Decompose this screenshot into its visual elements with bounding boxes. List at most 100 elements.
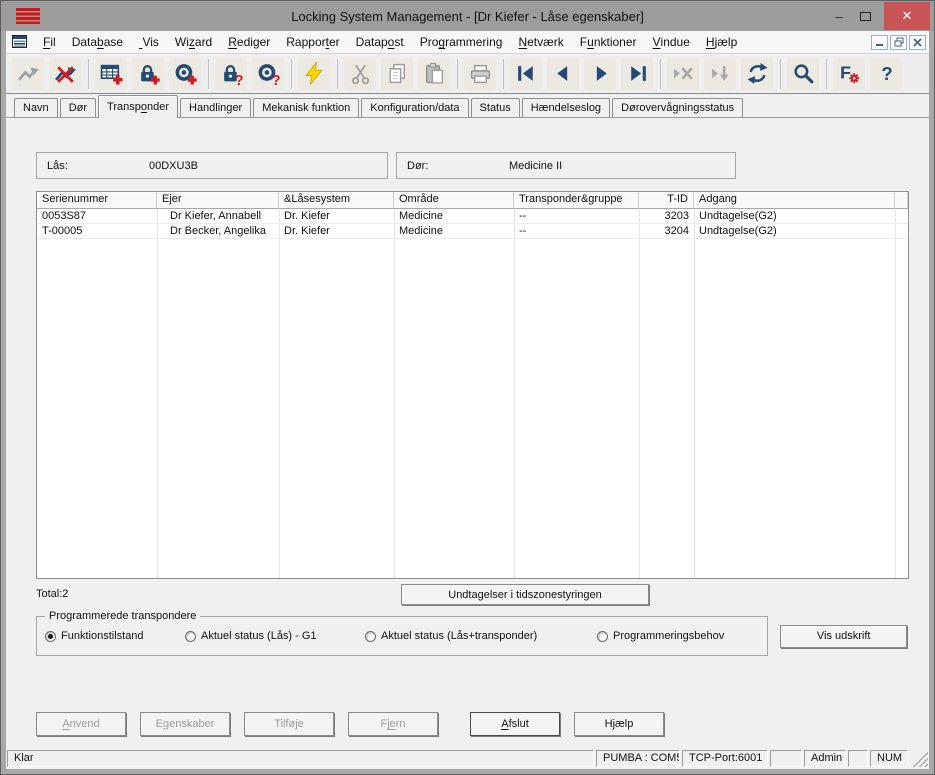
last-record-icon[interactable] — [621, 58, 653, 90]
mdi-restore-button[interactable] — [890, 35, 907, 50]
disconnect-icon[interactable] — [49, 58, 81, 90]
tab-dorovervagningsstatus[interactable]: Dørovervågningsstatus — [612, 98, 743, 117]
group-legend: Programmerede transpondere — [45, 610, 200, 622]
menu-item-database[interactable]: Database — [64, 31, 131, 53]
transponder-table: Serienummer Ejer &Låsesystem Område Tran… — [36, 191, 909, 579]
menu-item-programmering[interactable]: Programmering — [412, 31, 511, 53]
column-header-filler — [895, 192, 908, 209]
radio-funktionstilstand[interactable]: Funktionstilstand — [45, 630, 144, 642]
timezone-exceptions-button[interactable]: Undtagelser i tidszonestyringen — [401, 584, 649, 605]
tab-status[interactable]: Status — [471, 98, 520, 117]
column-header-adgang[interactable]: Adgang — [694, 192, 895, 209]
remove-button[interactable]: Fjern — [348, 712, 438, 736]
exit-button[interactable]: Afslut — [470, 712, 560, 736]
table-header: Serienummer Ejer &Låsesystem Område Tran… — [37, 192, 908, 209]
resize-grip[interactable] — [912, 751, 928, 767]
programmed-transponders-group: Programmerede transpondere Funktionstils… — [36, 616, 768, 656]
mdi-minimize-button[interactable] — [871, 35, 888, 50]
cut-icon[interactable] — [344, 58, 376, 90]
tab-transponder[interactable]: Transponder — [98, 95, 178, 118]
status-bar: Klar PUMBA : COM5 TCP-Port:6001 Admin NU… — [6, 747, 929, 769]
door-field: Dør: Medicine II — [396, 152, 736, 179]
column-header-ejer[interactable]: Ejer — [157, 192, 279, 209]
new-locking-system-icon[interactable] — [95, 58, 127, 90]
new-lock-icon[interactable] — [132, 58, 164, 90]
radio-aktuel-status-las-g1[interactable]: Aktuel status (Lås) - G1 — [185, 630, 317, 642]
paste-icon[interactable] — [418, 58, 450, 90]
table-row[interactable]: 0053S87 Dr Kiefer, Annabell Dr. Kiefer M… — [37, 209, 908, 224]
next-record-icon[interactable] — [584, 58, 616, 90]
first-record-icon[interactable] — [510, 58, 542, 90]
status-ready: Klar — [7, 750, 594, 767]
tab-handlinger[interactable]: Handlinger — [180, 98, 251, 117]
menu-item-rediger[interactable]: Rediger — [220, 31, 278, 53]
read-lock-icon[interactable]: ? — [215, 58, 247, 90]
maximize-icon — [860, 12, 871, 21]
menu-item-wizard[interactable]: Wizard — [167, 31, 220, 53]
menu-item-hjaelp[interactable]: Hjælp — [698, 31, 745, 53]
column-header-tid[interactable]: T-ID — [639, 192, 694, 209]
print-preview-button[interactable]: Vis udskrift — [780, 625, 907, 648]
table-grid-lines — [37, 209, 908, 578]
lock-field: Lås: 00DXU3B — [36, 152, 388, 179]
total-count-label: Total:2 — [36, 588, 68, 600]
close-button[interactable]: ✕ — [884, 2, 930, 30]
copy-icon[interactable] — [381, 58, 413, 90]
add-button[interactable]: Tilføje — [244, 712, 334, 736]
status-user: Admin — [804, 750, 846, 767]
apply-button[interactable]: Anvend — [36, 712, 126, 736]
menu-item-funktioner[interactable]: Funktioner — [572, 31, 645, 53]
radio-control — [185, 631, 196, 642]
tab-haendelseslog[interactable]: Hændelseslog — [522, 98, 610, 117]
radio-programmeringsbehov[interactable]: Programmeringsbehov — [597, 630, 724, 642]
toolbar: ? ? F ? — [6, 54, 929, 94]
read-transponder-icon[interactable]: ? — [252, 58, 284, 90]
program-icon[interactable] — [298, 58, 330, 90]
document-icon — [12, 35, 28, 49]
table-row[interactable]: T-00005 Dr Becker, Angelika Dr. Kiefer M… — [37, 224, 908, 239]
tab-page-transponder: Lås: 00DXU3B Dør: Medicine II Serienumme… — [6, 118, 929, 747]
window-title: Locking System Management - [Dr Kiefer -… — [1, 9, 934, 24]
tab-mekanisk-funktion[interactable]: Mekanisk funktion — [253, 98, 359, 117]
menu-item-vis[interactable]: Vis — [131, 31, 167, 53]
svg-text:F: F — [840, 63, 851, 83]
tab-strip: Navn Dør Transponder Handlinger Mekanisk… — [6, 94, 929, 118]
previous-record-icon[interactable] — [547, 58, 579, 90]
properties-button[interactable]: Egenskaber — [140, 712, 230, 736]
cancel-record-icon[interactable] — [667, 58, 699, 90]
radio-control — [365, 631, 376, 642]
connect-icon[interactable] — [12, 58, 44, 90]
column-header-transpondergruppe[interactable]: Transponder&gruppe — [514, 192, 639, 209]
menu-item-netvaerk[interactable]: Netværk — [510, 31, 571, 53]
menu-item-rapporter[interactable]: Rapporter — [278, 31, 347, 53]
mdi-close-button[interactable] — [909, 35, 926, 50]
search-icon[interactable] — [787, 58, 819, 90]
app-window: Locking System Management - [Dr Kiefer -… — [0, 0, 935, 775]
goto-record-icon[interactable] — [704, 58, 736, 90]
help-icon[interactable]: ? — [870, 58, 902, 90]
maximize-button[interactable] — [852, 12, 878, 21]
status-empty-panel — [848, 750, 868, 767]
minimize-button[interactable]: – — [826, 9, 852, 24]
tab-navn[interactable]: Navn — [14, 98, 58, 117]
new-transponder-icon[interactable] — [169, 58, 201, 90]
title-bar: Locking System Management - [Dr Kiefer -… — [1, 1, 934, 31]
functions-filter-icon[interactable]: F — [833, 58, 865, 90]
column-header-omrade[interactable]: Område — [394, 192, 514, 209]
print-icon[interactable] — [464, 58, 496, 90]
column-header-lasesystem[interactable]: &Låsesystem — [279, 192, 394, 209]
menu-item-fil[interactable]: Fil — [35, 31, 64, 53]
tab-dor[interactable]: Dør — [60, 98, 96, 117]
tab-konfiguration-data[interactable]: Konfiguration/data — [361, 98, 468, 117]
menu-item-datapost[interactable]: Datapost — [348, 31, 412, 53]
svg-text:?: ? — [271, 73, 279, 85]
door-field-value: Medicine II — [509, 160, 562, 172]
column-header-serienummer[interactable]: Serienummer — [37, 192, 157, 209]
menu-item-vindue[interactable]: Vindue — [645, 31, 698, 53]
lock-field-label: Lås: — [37, 160, 149, 172]
svg-text:?: ? — [234, 73, 242, 85]
door-field-label: Dør: — [397, 160, 509, 172]
refresh-icon[interactable] — [741, 58, 773, 90]
help-button[interactable]: Hjælp — [574, 712, 664, 736]
radio-aktuel-status-las-transponder[interactable]: Aktuel status (Lås+transponder) — [365, 630, 537, 642]
